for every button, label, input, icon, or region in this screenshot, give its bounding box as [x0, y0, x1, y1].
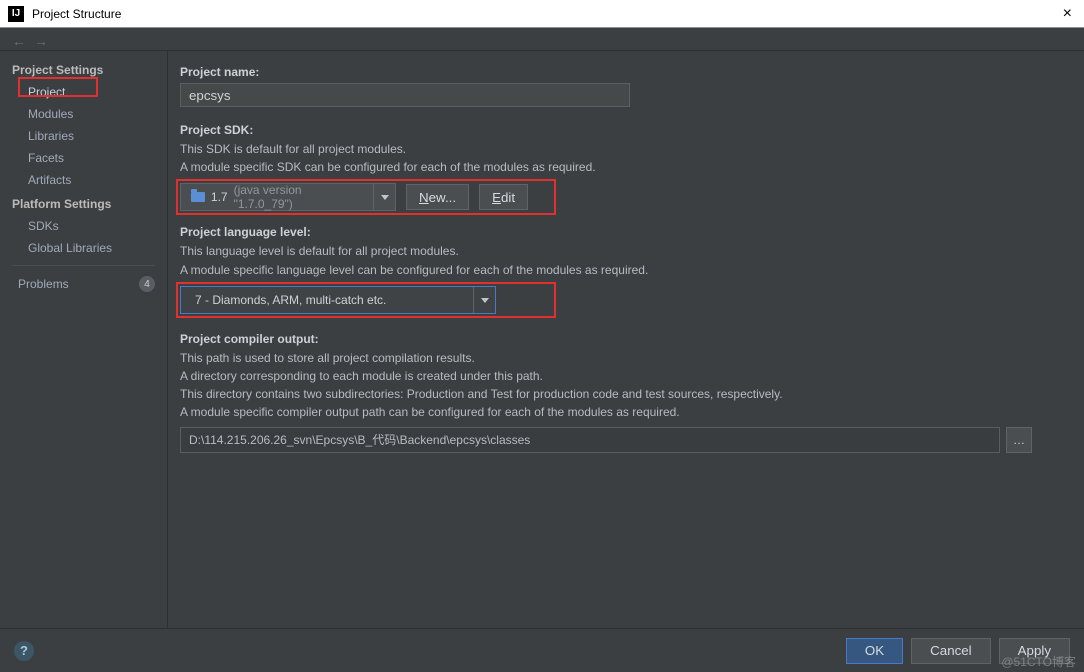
nav-back-icon[interactable]: ← — [12, 33, 26, 49]
cancel-button[interactable]: Cancel — [911, 638, 991, 664]
sdk-desc-2: A module specific SDK can be configured … — [180, 159, 1068, 175]
sdk-name: 1.7 — [211, 190, 228, 204]
language-level-select[interactable]: 7 - Diamonds, ARM, multi-catch etc. — [180, 286, 496, 314]
chevron-down-icon — [473, 287, 495, 313]
compiler-output-path[interactable]: D:\114.215.206.26_svn\Epcsys\B_代码\Backen… — [180, 427, 1000, 453]
sidebar-item-modules[interactable]: Modules — [0, 103, 167, 125]
dialog-frame: ← → Project Settings Project Modules Lib… — [0, 28, 1084, 672]
sidebar-item-project[interactable]: Project — [0, 81, 167, 103]
language-level-value: 7 - Diamonds, ARM, multi-catch etc. — [195, 293, 386, 307]
sidebar-item-facets[interactable]: Facets — [0, 147, 167, 169]
ok-button[interactable]: OK — [846, 638, 903, 664]
browse-output-button[interactable]: … — [1006, 427, 1032, 453]
project-sdk-label: Project SDK: — [180, 123, 1068, 137]
sidebar-problems-label: Problems — [18, 277, 69, 291]
compiler-output-row: D:\114.215.206.26_svn\Epcsys\B_代码\Backen… — [180, 427, 1068, 453]
close-icon[interactable]: × — [1059, 5, 1076, 23]
lang-desc-2: A module specific language level can be … — [180, 262, 1068, 278]
sdk-edit-button[interactable]: Edit — [479, 184, 528, 210]
compiler-output-value: D:\114.215.206.26_svn\Epcsys\B_代码\Backen… — [189, 431, 530, 448]
lang-desc-1: This language level is default for all p… — [180, 243, 1068, 259]
sdk-version: (java version "1.7.0_79") — [234, 183, 364, 211]
titlebar: IJ Project Structure × — [0, 0, 1084, 28]
project-name-label: Project name: — [180, 65, 1068, 79]
project-name-input[interactable] — [180, 83, 630, 107]
nav-row: ← → — [0, 28, 1084, 50]
watermark: @51CTO博客 — [1001, 653, 1076, 670]
out-desc-2: A directory corresponding to each module… — [180, 368, 1068, 384]
sidebar-item-problems[interactable]: Problems 4 — [0, 272, 167, 296]
out-desc-3: This directory contains two subdirectori… — [180, 386, 1068, 402]
problems-count-badge: 4 — [139, 276, 155, 292]
dialog-body: Project Settings Project Modules Librari… — [0, 50, 1084, 628]
nav-forward-icon[interactable]: → — [34, 33, 48, 49]
sidebar-group-project-settings: Project Settings — [0, 57, 167, 81]
sidebar: Project Settings Project Modules Librari… — [0, 51, 168, 628]
window-title: Project Structure — [32, 7, 1059, 21]
folder-icon — [191, 192, 205, 202]
sdk-new-button[interactable]: New... — [406, 184, 469, 210]
sdk-select[interactable]: 1.7 (java version "1.7.0_79") — [180, 183, 396, 211]
language-level-label: Project language level: — [180, 225, 1068, 239]
out-desc-1: This path is used to store all project c… — [180, 350, 1068, 366]
sdk-desc-1: This SDK is default for all project modu… — [180, 141, 1068, 157]
sidebar-group-platform-settings: Platform Settings — [0, 191, 167, 215]
out-desc-4: A module specific compiler output path c… — [180, 404, 1068, 420]
sidebar-item-artifacts[interactable]: Artifacts — [0, 169, 167, 191]
sidebar-divider — [12, 265, 155, 266]
content-pane: Project name: Project SDK: This SDK is d… — [168, 51, 1084, 628]
app-icon: IJ — [8, 6, 24, 22]
sidebar-item-sdks[interactable]: SDKs — [0, 215, 167, 237]
sidebar-item-global-libraries[interactable]: Global Libraries — [0, 237, 167, 259]
help-icon[interactable]: ? — [14, 641, 34, 661]
sdk-row: 1.7 (java version "1.7.0_79") New... Edi… — [180, 183, 528, 211]
compiler-output-label: Project compiler output: — [180, 332, 1068, 346]
chevron-down-icon — [373, 184, 395, 210]
dialog-footer: ? OK Cancel Apply — [0, 628, 1084, 672]
sidebar-item-libraries[interactable]: Libraries — [0, 125, 167, 147]
